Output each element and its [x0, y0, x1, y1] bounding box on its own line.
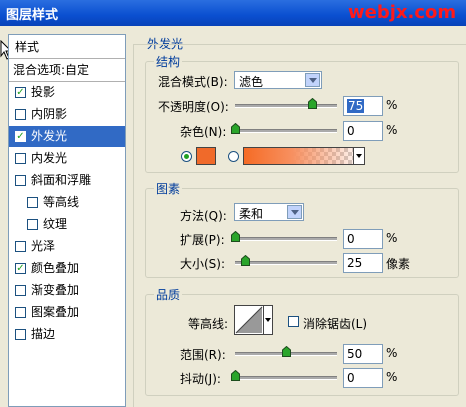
- sidebar-item-label: 光泽: [31, 239, 56, 253]
- contour-preview[interactable]: [234, 305, 264, 335]
- opacity-slider[interactable]: [235, 104, 337, 108]
- styles-header-label: 样式: [15, 40, 40, 54]
- panel-divider: [133, 44, 134, 407]
- title-bar: 图层样式 webjx.com: [0, 0, 466, 26]
- jitter-slider-thumb[interactable]: [231, 369, 240, 381]
- antialias-label[interactable]: 消除锯齿(L): [303, 315, 367, 332]
- sidebar-item[interactable]: 描边: [9, 324, 125, 345]
- sidebar-item[interactable]: ✓ 颜色叠加: [9, 258, 125, 279]
- panel-top-line: [133, 44, 466, 45]
- sidebar-checkbox[interactable]: [15, 153, 26, 164]
- sidebar-item[interactable]: 等高线: [9, 192, 125, 213]
- sidebar-item[interactable]: 内发光: [9, 148, 125, 169]
- antialias-checkbox[interactable]: [288, 316, 299, 327]
- size-input[interactable]: 25: [343, 253, 383, 273]
- sidebar-item-label: 斜面和浮雕: [31, 173, 92, 187]
- jitter-unit: %: [386, 370, 398, 384]
- spread-slider-thumb[interactable]: [231, 230, 240, 242]
- gradient-dropdown-icon[interactable]: [353, 148, 364, 164]
- method-value: 柔和: [239, 207, 264, 221]
- sidebar-item-label: 内阴影: [31, 107, 68, 121]
- size-slider[interactable]: [235, 261, 337, 265]
- window-title: 图层样式: [6, 8, 59, 23]
- sidebar-item[interactable]: 混合选项:自定: [9, 60, 125, 82]
- noise-input[interactable]: 0: [343, 121, 383, 141]
- chevron-down-icon[interactable]: [305, 73, 320, 87]
- opacity-unit: %: [386, 98, 398, 112]
- solid-color-radio[interactable]: [181, 151, 192, 162]
- sidebar-item-label: 等高线: [43, 195, 80, 209]
- spread-label: 扩展(P):: [180, 233, 225, 247]
- sidebar-item[interactable]: 图案叠加: [9, 302, 125, 323]
- jitter-slider[interactable]: [235, 376, 337, 380]
- range-slider-thumb[interactable]: [282, 345, 291, 357]
- sidebar-checkbox[interactable]: [15, 329, 26, 340]
- noise-slider[interactable]: [235, 129, 337, 133]
- contour-dropdown[interactable]: [264, 305, 273, 335]
- opacity-label: 不透明度(O):: [158, 100, 229, 114]
- size-slider-thumb[interactable]: [241, 254, 251, 266]
- chevron-down-icon[interactable]: [287, 205, 302, 219]
- method-label: 方法(Q):: [180, 209, 227, 223]
- spread-input[interactable]: 0: [343, 229, 383, 249]
- elements-title: 图素: [154, 180, 183, 197]
- noise-unit: %: [386, 123, 398, 137]
- blend-mode-value: 滤色: [239, 75, 264, 89]
- glow-color-swatch[interactable]: [196, 147, 216, 165]
- range-label: 范围(R):: [180, 348, 226, 362]
- blend-mode-label: 混合模式(B):: [158, 75, 228, 89]
- sidebar-checkbox[interactable]: [15, 109, 26, 120]
- sidebar-item-label: 纹理: [43, 217, 68, 231]
- sidebar-checkbox[interactable]: [15, 307, 26, 318]
- contour-curve-icon: [235, 306, 263, 334]
- size-label: 大小(S):: [180, 257, 226, 271]
- sidebar-item-label: 图案叠加: [31, 305, 80, 319]
- sidebar-item-label: 内发光: [31, 151, 68, 165]
- opacity-value: 75: [347, 99, 365, 113]
- sidebar-checkbox[interactable]: [27, 219, 38, 230]
- glow-gradient-picker[interactable]: [243, 147, 365, 165]
- blend-mode-select[interactable]: 滤色: [234, 71, 322, 89]
- sidebar-checkbox[interactable]: ✓: [15, 131, 26, 142]
- sidebar-item-label: 颜色叠加: [31, 261, 80, 275]
- sidebar-item[interactable]: 纹理: [9, 214, 125, 235]
- noise-slider-thumb[interactable]: [231, 122, 240, 134]
- styles-list[interactable]: 样式 混合选项:自定 ✓ 投影内阴影 ✓ 外发光内发光斜面和浮雕等高线纹理光泽 ✓ 颜色叠加…: [8, 34, 126, 407]
- sidebar-item[interactable]: 光泽: [9, 236, 125, 257]
- sidebar-item-label: 混合选项:自定: [13, 63, 90, 77]
- sidebar-checkbox[interactable]: [15, 175, 26, 186]
- sidebar-item-label: 描边: [31, 327, 56, 341]
- spread-slider[interactable]: [235, 237, 337, 241]
- range-input[interactable]: 50: [343, 344, 383, 364]
- sidebar-item-label: 投影: [31, 85, 56, 99]
- contour-label: 等高线:: [188, 317, 229, 331]
- sidebar-item[interactable]: 斜面和浮雕: [9, 170, 125, 191]
- opacity-input[interactable]: 75: [343, 96, 383, 116]
- spread-unit: %: [386, 231, 398, 245]
- sidebar-checkbox[interactable]: [15, 285, 26, 296]
- watermark: webjx.com: [348, 2, 457, 23]
- structure-title: 结构: [154, 53, 183, 70]
- sidebar-item-label: 外发光: [31, 129, 68, 143]
- sidebar-item[interactable]: 渐变叠加: [9, 280, 125, 301]
- sidebar-item[interactable]: ✓ 外发光: [9, 126, 125, 147]
- range-unit: %: [386, 346, 398, 360]
- jitter-label: 抖动(J):: [180, 372, 221, 386]
- styles-header[interactable]: 样式: [9, 37, 125, 59]
- noise-label: 杂色(N):: [180, 125, 227, 139]
- sidebar-checkbox[interactable]: ✓: [15, 263, 26, 274]
- sidebar-item[interactable]: 内阴影: [9, 104, 125, 125]
- opacity-slider-thumb[interactable]: [307, 97, 317, 109]
- sidebar-checkbox[interactable]: ✓: [15, 87, 26, 98]
- jitter-input[interactable]: 0: [343, 368, 383, 388]
- gradient-radio[interactable]: [228, 151, 239, 162]
- sidebar-checkbox[interactable]: [15, 241, 26, 252]
- sidebar-checkbox[interactable]: [27, 197, 38, 208]
- quality-title: 品质: [154, 286, 183, 303]
- size-unit: 像素: [386, 257, 411, 271]
- method-select[interactable]: 柔和: [234, 203, 304, 221]
- sidebar-item[interactable]: ✓ 投影: [9, 82, 125, 103]
- sidebar-item-label: 渐变叠加: [31, 283, 80, 297]
